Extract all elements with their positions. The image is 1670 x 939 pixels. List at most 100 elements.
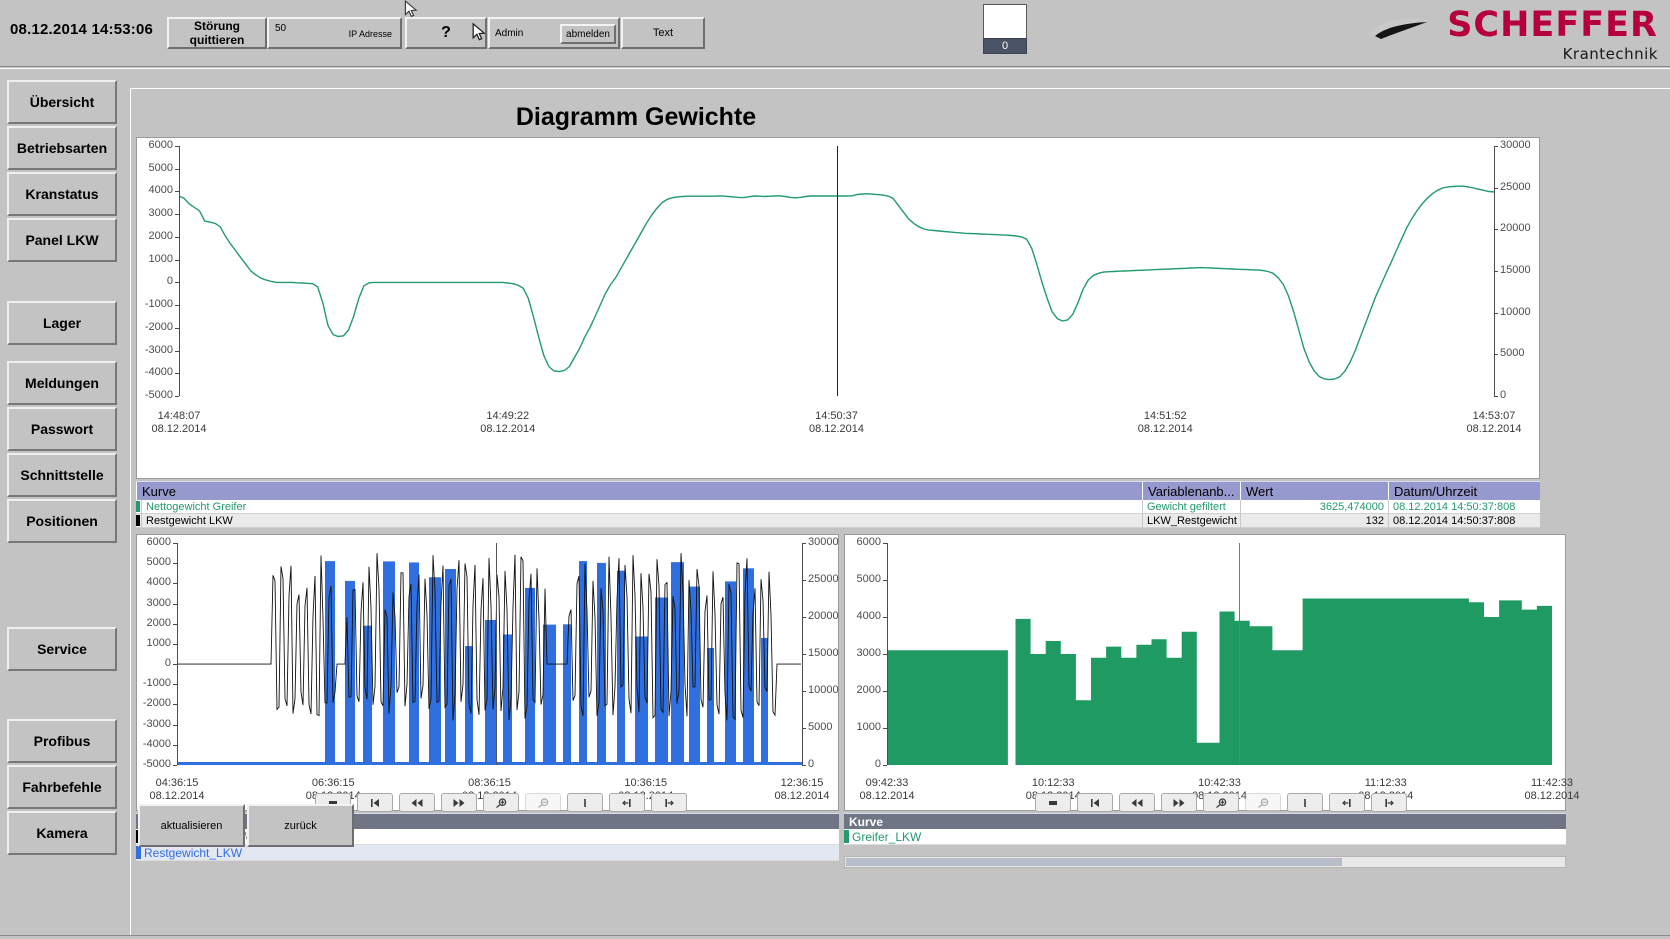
br-x-time: 11:12:33 [1364, 777, 1407, 789]
br-x-date: 08.12.2014 [1524, 790, 1580, 802]
bl-right-axis-tick-label: 15000 [808, 647, 839, 659]
bl-right-axis-tick-label: 0 [808, 758, 815, 770]
mouse-pointer-icon [472, 22, 486, 41]
br-x-time: 10:42:33 [1198, 777, 1241, 789]
bottom-right-trend-plot[interactable] [887, 543, 1552, 765]
main-legend-col-variable: Variablenanb... [1142, 482, 1240, 500]
bottom-right-legend-label: Greifer_LKW [852, 829, 922, 844]
bl-left-axis-tick-label: 3000 [146, 596, 171, 609]
cursor-button[interactable] [567, 793, 603, 812]
ip-address-panel[interactable]: 50 IP Adresse [267, 17, 402, 49]
text-button[interactable]: Text [621, 17, 705, 49]
main-right-axis-tick-label: 0 [1500, 389, 1507, 401]
skip-to-start-button[interactable] [357, 793, 393, 812]
sidebar-item-positionen[interactable]: Positionen [7, 499, 117, 543]
sidebar-item-label: Passwort [30, 421, 94, 437]
cursor-snap-left-button[interactable] [1329, 793, 1365, 812]
main-legend-row[interactable]: Restgewicht LKW LKW_Restgewicht 132 08.12.2… [136, 514, 1540, 528]
bl-left-axis-tick-label: -5000 [142, 758, 171, 770]
cursor-snap-right-button[interactable] [1371, 793, 1407, 812]
sidebar-item-panel-lkw[interactable]: Panel LKW [7, 218, 117, 262]
sidebar-item-meldungen[interactable]: Meldungen [7, 361, 117, 405]
greifer-lkw-area [887, 598, 1552, 765]
bottom-left-legend-row[interactable]: Restgewicht_LKW [136, 845, 839, 861]
rewind-button[interactable] [1119, 793, 1155, 812]
bottom-left-cursor[interactable] [495, 543, 497, 765]
sidebar-item-schnittstelle[interactable]: Schnittstelle [7, 453, 117, 497]
sidebar-item-fahrbefehle[interactable]: Fahrbefehle [7, 765, 117, 809]
bl-x-tick-label: 04:36:15 08.12.2014 [132, 777, 222, 803]
sidebar-item-profibus[interactable]: Profibus [7, 719, 117, 763]
main-legend-cell-variable: LKW_Restgewicht [1142, 514, 1240, 528]
sidebar-item-label: Positionen [26, 513, 98, 529]
bl-left-axis-tick-label: -1000 [142, 677, 171, 690]
bottom-right-scrollbar[interactable] [844, 856, 1566, 868]
main-trend-cursor[interactable] [836, 146, 838, 396]
main-legend-cell-variable: Gewicht gefiltert [1142, 500, 1240, 514]
sidebar-item-label: Kamera [36, 825, 88, 841]
fast-forward-button[interactable] [441, 793, 477, 812]
bottom-right-legend-color-swatch [844, 830, 849, 843]
sidebar-item-kamera[interactable]: Kamera [7, 811, 117, 855]
zoom-in-button[interactable] [1203, 793, 1239, 812]
main-x-time: 14:51:52 [1143, 410, 1187, 422]
main-legend-row[interactable]: Nettogewicht Greifer Gewicht gefiltert 362… [136, 500, 1540, 514]
sidebar-item-kranstatus[interactable]: Kranstatus [7, 172, 117, 216]
main-right-axis-tick-label: 15000 [1500, 264, 1531, 276]
sidebar-item-lager[interactable]: Lager [7, 301, 117, 345]
bl-right-axis-tick-mark [802, 765, 806, 766]
main-right-axis-tick-mark [1494, 396, 1498, 397]
cursor-snap-left-button[interactable] [609, 793, 645, 812]
bottom-right-legend-row[interactable]: Greifer_LKW [844, 829, 1566, 845]
bottom-right-scroll-thumb[interactable] [846, 858, 1342, 866]
skip-to-start-button[interactable] [1077, 793, 1113, 812]
sidebar-item-label: Schnittstelle [20, 467, 104, 483]
bottom-right-cursor[interactable] [1239, 543, 1241, 765]
main-x-date: 08.12.2014 [1466, 423, 1522, 435]
sidebar-item-service[interactable]: Service [7, 627, 117, 671]
main-left-axis-tick-label: 5000 [148, 161, 173, 174]
main-left-axis-tick-label: -5000 [144, 389, 173, 401]
main-legend-col-wert: Wert [1240, 482, 1388, 500]
br-left-axis-tick-label: 3000 [856, 647, 881, 659]
main-x-date: 08.12.2014 [480, 423, 536, 435]
bottom-left-trend-plot[interactable] [177, 543, 802, 765]
main-legend-col-datum: Datum/Uhrzeit [1388, 482, 1540, 500]
rewind-icon [1131, 798, 1143, 807]
fast-forward-button[interactable] [1161, 793, 1197, 812]
main-x-time: 14:53:07 [1472, 410, 1516, 422]
cursor-snap-right-icon [665, 798, 674, 807]
cursor-snap-right-button[interactable] [651, 793, 687, 812]
bl-left-axis-axis-line [177, 543, 178, 765]
bl-right-axis-axis-line [802, 543, 803, 765]
acknowledge-fault-button[interactable]: Störung quittieren [167, 17, 267, 49]
stop-button[interactable] [1035, 793, 1071, 812]
sidebar-item-betriebsarten[interactable]: Betriebsarten [7, 126, 117, 170]
bl-right-axis-tick-label: 25000 [808, 573, 839, 585]
main-x-time: 14:49:22 [486, 410, 530, 422]
logout-button[interactable]: abmelden [560, 24, 616, 44]
refresh-button[interactable]: aktualisieren [138, 804, 245, 847]
cursor-button[interactable] [1287, 793, 1323, 812]
bl-x-time: 08:36:15 [468, 777, 511, 789]
message-count-badge: 0 [983, 38, 1027, 54]
main-content: Diagramm Gewichte 6000 5000 4000 3000 2000 10… [130, 88, 1670, 939]
sidebar-item--bersicht[interactable]: Übersicht [7, 80, 117, 124]
br-x-tick-label: 11:42:33 08.12.2014 [1507, 777, 1597, 803]
main-trend-plot[interactable] [179, 146, 1494, 396]
rewind-button[interactable] [399, 793, 435, 812]
bl-left-axis-tick-label: -4000 [142, 737, 171, 750]
sidebar-item-passwort[interactable]: Passwort [7, 407, 117, 451]
bl-right-axis-tick-label: 30000 [808, 536, 839, 548]
bottom-left-legend-color-swatch [136, 846, 141, 859]
bl-left-axis-tick-label: 0 [164, 657, 171, 670]
window-bottom-strip [0, 935, 1670, 939]
main-legend-cell-datum: 08.12.2014 14:50:37:808 [1388, 500, 1540, 514]
bl-left-axis-tick-label: -3000 [142, 717, 171, 730]
zoom-in-button[interactable] [483, 793, 519, 812]
logo-wordmark: SCHEFFER [1447, 5, 1658, 45]
back-button[interactable]: zurück [247, 804, 354, 847]
sidebar-item-label: Meldungen [25, 375, 99, 391]
cursor-snap-left-icon [622, 798, 631, 807]
bl-left-axis-tick-label: 1000 [146, 636, 171, 649]
